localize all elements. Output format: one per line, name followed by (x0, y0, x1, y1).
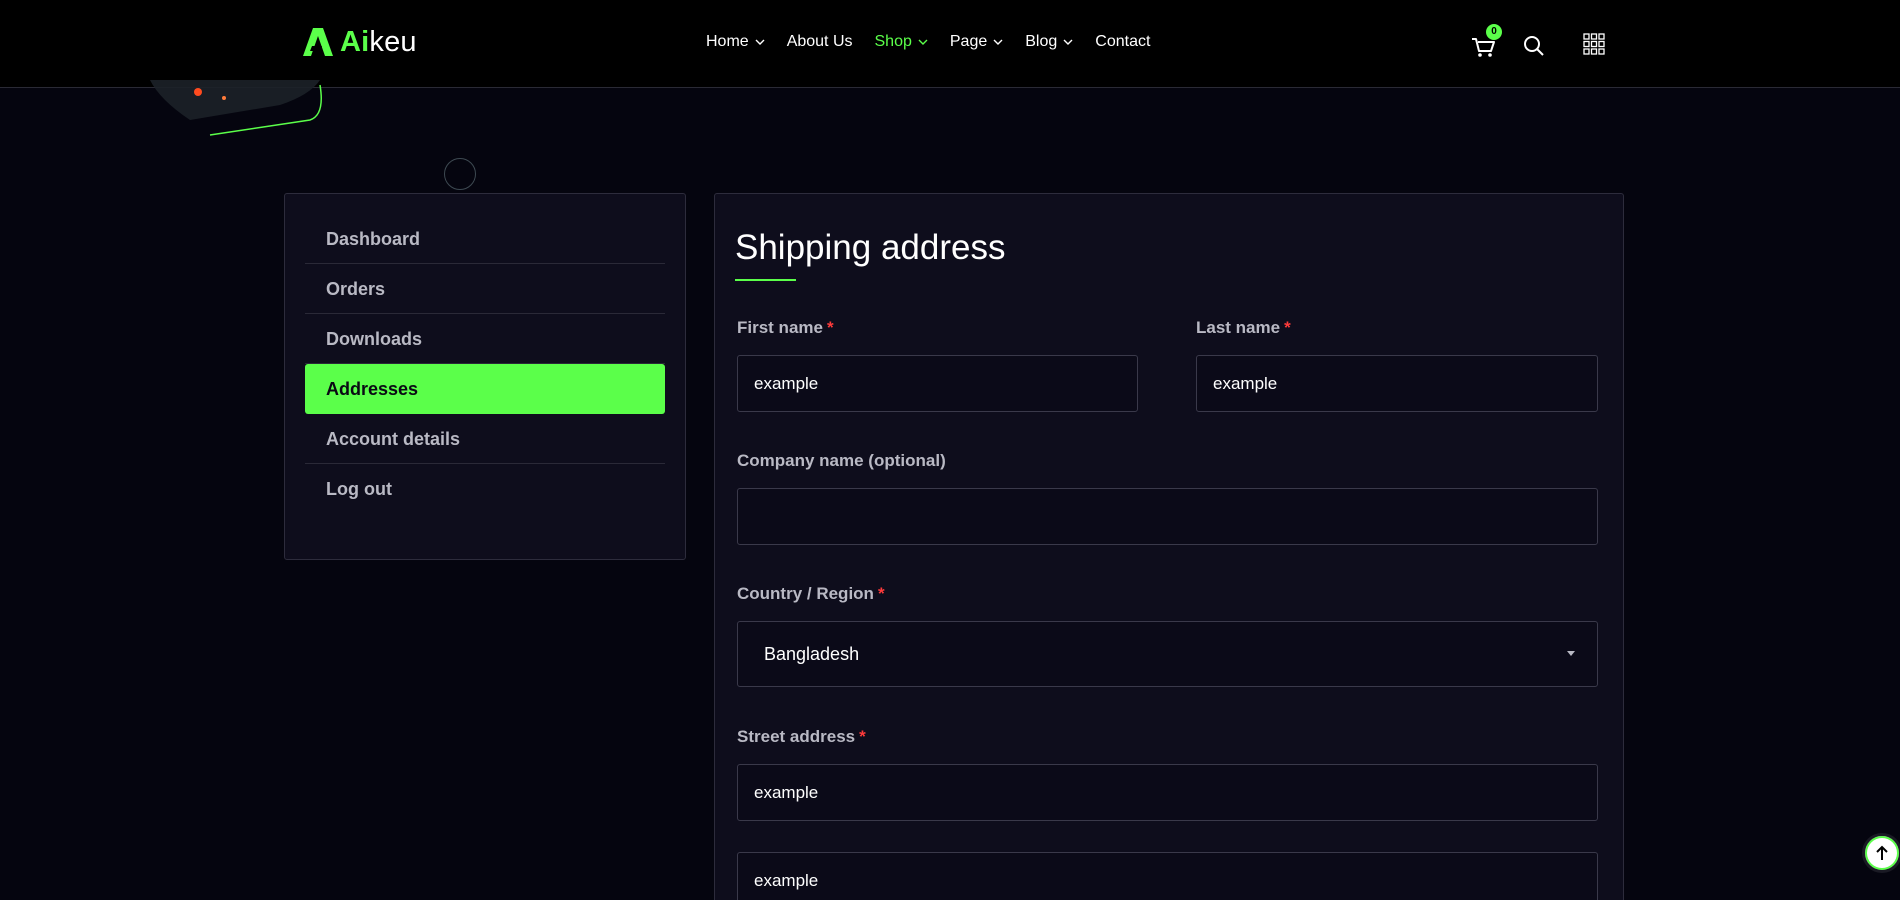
nav-label: Home (706, 33, 749, 50)
last-name-field[interactable] (1196, 355, 1598, 412)
first-name-field[interactable] (737, 355, 1138, 412)
sidebar-item-dashboard[interactable]: Dashboard (305, 214, 665, 264)
cart-count-badge: 0 (1486, 24, 1502, 40)
sidebar-item-log-out[interactable]: Log out (305, 464, 665, 514)
country-selected-value: Bangladesh (764, 643, 860, 664)
main-nav: Home About Us Shop Page Blog Contact (706, 30, 1172, 54)
country-select[interactable]: Bangladesh (737, 621, 1598, 687)
sidebar-item-orders[interactable]: Orders (305, 264, 665, 314)
nav-item-page[interactable]: Page (950, 33, 1003, 51)
decorative-device-image (150, 80, 322, 136)
account-sidebar: Dashboard Orders Downloads Addresses Acc… (284, 193, 686, 560)
nav-item-contact[interactable]: Contact (1095, 33, 1150, 51)
first-name-label: First name * (737, 318, 834, 337)
brand-logo[interactable]: Aikeu (302, 26, 417, 58)
shipping-address-panel: Shipping address First name* Last name* … (714, 193, 1624, 900)
page-title: Shipping address (735, 228, 1006, 267)
street-address-line2-field[interactable] (737, 852, 1598, 900)
chevron-down-icon (755, 39, 765, 45)
search-icon[interactable] (1522, 34, 1546, 58)
country-label: Country / Region * (737, 584, 885, 603)
chevron-down-icon (993, 39, 1003, 45)
title-underline (735, 279, 796, 281)
dropdown-arrow-icon (1567, 651, 1575, 656)
scroll-to-top-button[interactable] (1862, 833, 1900, 873)
sidebar-item-account-details[interactable]: Account details (305, 414, 665, 464)
nav-label: About Us (786, 33, 853, 50)
nav-item-about[interactable]: About Us (787, 33, 853, 51)
grid-menu-icon[interactable] (1582, 32, 1606, 56)
sidebar-item-addresses[interactable]: Addresses (305, 364, 665, 414)
brand-name: Aikeu (340, 25, 417, 58)
arrow-up-icon (1876, 845, 1888, 860)
last-name-label: Last name * (1196, 318, 1291, 337)
street-address-label: Street address * (737, 727, 866, 746)
sidebar-item-downloads[interactable]: Downloads (305, 314, 665, 364)
logo-icon (303, 28, 333, 56)
street-address-field[interactable] (737, 764, 1598, 821)
company-name-field[interactable] (737, 488, 1598, 545)
chevron-down-icon (918, 39, 928, 45)
nav-label: Blog (1025, 33, 1058, 50)
nav-item-blog[interactable]: Blog (1025, 33, 1073, 51)
chevron-down-icon (1063, 39, 1073, 45)
nav-label: Shop (874, 33, 912, 50)
nav-label: Contact (1095, 33, 1151, 50)
company-name-label: Company name (optional) (737, 451, 946, 470)
nav-item-home[interactable]: Home (706, 33, 765, 51)
nav-item-shop[interactable]: Shop (875, 33, 928, 51)
nav-label: Page (949, 33, 988, 50)
decorative-circle (444, 158, 476, 190)
